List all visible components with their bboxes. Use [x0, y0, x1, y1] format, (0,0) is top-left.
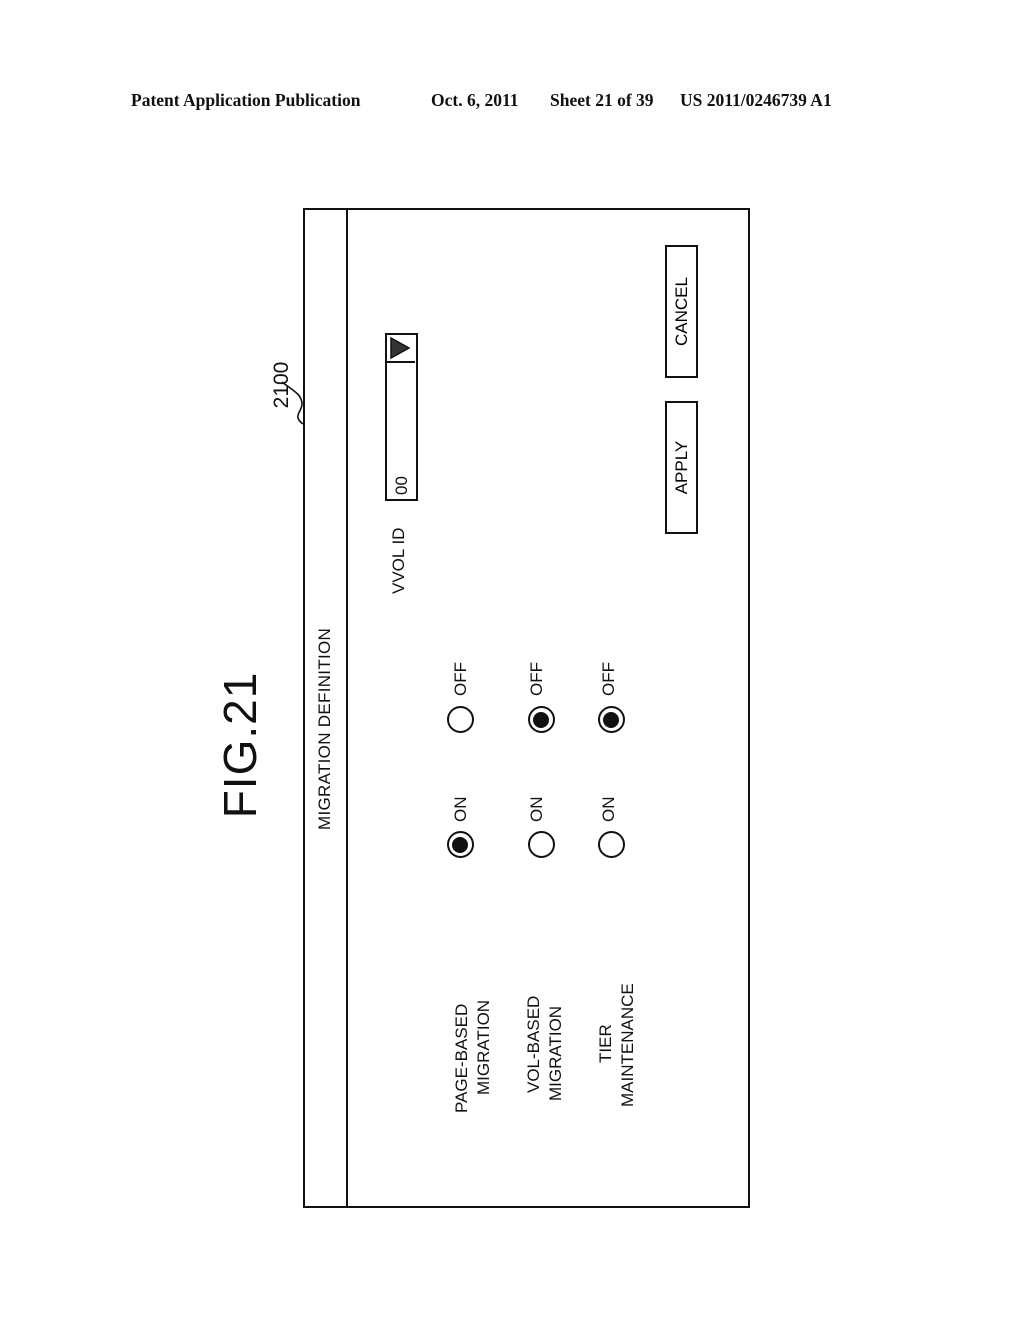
- vvol-id-select[interactable]: 00: [385, 333, 418, 501]
- row-label-vol-based-migration: VOL-BASED MIGRATION: [523, 996, 567, 1113]
- vvol-id-label: VVOL ID: [389, 527, 408, 594]
- tier-maintenance-off-radio[interactable]: [598, 706, 625, 733]
- publication-date: Oct. 6, 2011: [431, 90, 519, 110]
- row-label-line2: MIGRATION: [474, 999, 493, 1095]
- apply-button[interactable]: APPLY: [665, 401, 698, 534]
- tier-maintenance-on-radio[interactable]: [598, 831, 625, 858]
- triangle-down-icon: [390, 336, 411, 360]
- row-label-page-based-migration: PAGE-BASED MIGRATION: [451, 1000, 495, 1113]
- figure-label-text: FIG.21: [214, 671, 266, 819]
- page-based-migration-off-label: OFF: [451, 662, 470, 696]
- page-based-migration-on-label: ON: [451, 796, 470, 823]
- sheet-number: Sheet 21 of 39: [550, 90, 654, 110]
- vol-based-migration-on-radio[interactable]: [528, 831, 555, 858]
- row-label-line1: TIER: [596, 1024, 615, 1063]
- vol-based-migration-off-radio[interactable]: [528, 706, 555, 733]
- migration-definition-dialog: MIGRATION DEFINITION PAGE-BASED MIGRATIO…: [303, 208, 750, 1208]
- tier-maintenance-off-label: OFF: [599, 662, 618, 696]
- radio-selected-dot: [452, 837, 468, 853]
- migration-definition-dialog-frame: MIGRATION DEFINITION PAGE-BASED MIGRATIO…: [303, 208, 750, 1208]
- vvol-id-value: 00: [392, 476, 411, 495]
- vol-based-migration-off-label: OFF: [527, 662, 546, 696]
- figure-label: FIG.21: [210, 672, 270, 819]
- row-label-tier-maintenance: TIER MAINTENANCE: [595, 983, 639, 1113]
- dialog-title-bar: MIGRATION DEFINITION: [305, 210, 348, 1206]
- row-label-line2: MAINTENANCE: [618, 983, 637, 1107]
- cancel-button[interactable]: CANCEL: [665, 245, 698, 378]
- dialog-title: MIGRATION DEFINITION: [315, 627, 334, 830]
- radio-selected-dot: [603, 712, 619, 728]
- patent-number: US 2011/0246739 A1: [680, 90, 832, 110]
- radio-selected-dot: [533, 712, 549, 728]
- vol-based-migration-on-label: ON: [527, 796, 546, 823]
- row-label-line1: PAGE-BASED: [452, 1003, 471, 1113]
- vvol-id-dropdown-button[interactable]: [387, 335, 415, 363]
- page-based-migration-off-radio[interactable]: [447, 706, 474, 733]
- publication-type: Patent Application Publication: [131, 90, 361, 110]
- row-label-line2: MIGRATION: [546, 1005, 565, 1101]
- tier-maintenance-on-label: ON: [599, 796, 618, 823]
- page-based-migration-on-radio[interactable]: [447, 831, 474, 858]
- row-label-line1: VOL-BASED: [524, 995, 543, 1093]
